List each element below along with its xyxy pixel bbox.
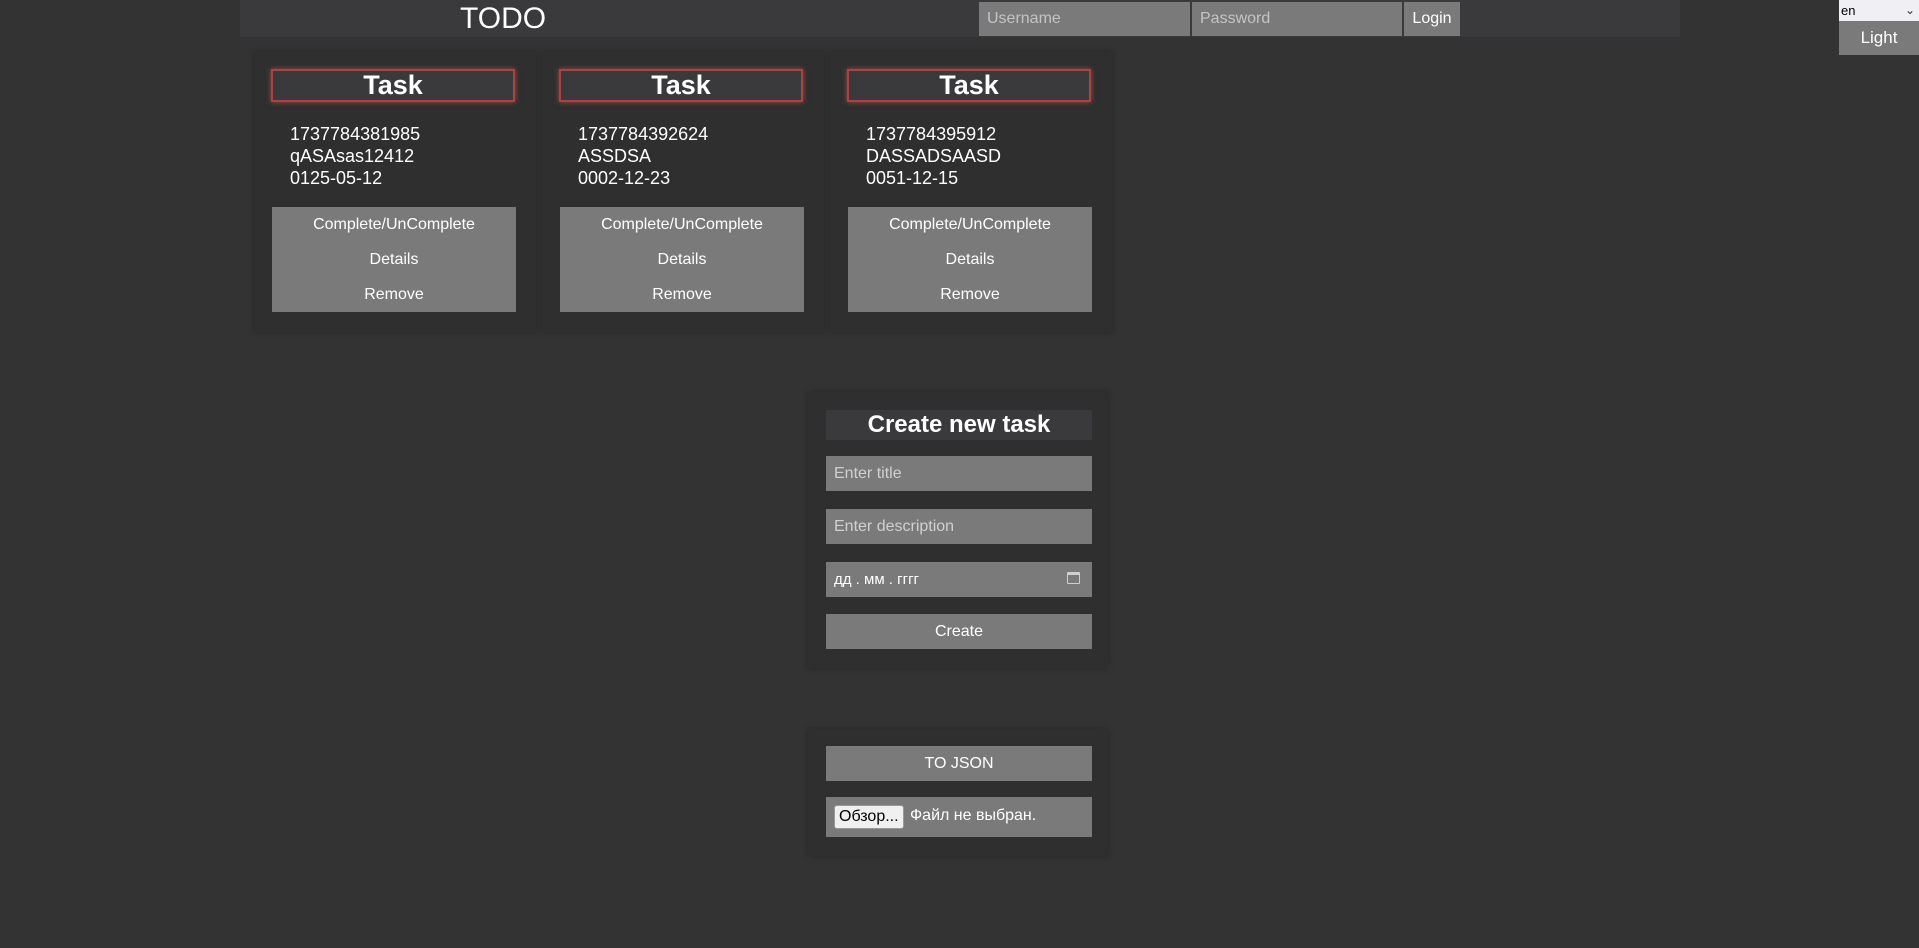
task-date: 0125-05-12	[290, 168, 383, 188]
to-json-button[interactable]: TO JSON	[826, 746, 1092, 781]
task-date: 0051-12-15	[866, 168, 959, 188]
create-task-panel: Create new task дд . мм . гггг Create	[808, 392, 1108, 668]
task-id: 1737784395912	[866, 124, 997, 144]
task-card: Task 1737784381985 qASAsas12412 0125-05-…	[254, 52, 536, 332]
remove-button[interactable]: Remove	[272, 277, 516, 312]
task-actions: Complete/UnComplete Details Remove	[560, 207, 804, 312]
date-input[interactable]: дд . мм . гггг	[826, 562, 1092, 597]
file-status: Файл не выбран.	[910, 807, 1037, 824]
task-actions: Complete/UnComplete Details Remove	[272, 207, 516, 312]
task-info: 1737784392624 ASSDSA 0002-12-23	[578, 123, 708, 189]
complete-toggle-button[interactable]: Complete/UnComplete	[560, 207, 804, 242]
json-panel: TO JSON Обзор... Файл не выбран.	[808, 729, 1108, 856]
complete-toggle-button[interactable]: Complete/UnComplete	[848, 207, 1092, 242]
complete-toggle-button[interactable]: Complete/UnComplete	[272, 207, 516, 242]
login-button[interactable]: Login	[1404, 2, 1460, 36]
task-card: Task 1737784395912 DASSADSAASD 0051-12-1…	[830, 52, 1112, 332]
task-description: DASSADSAASD	[866, 146, 1002, 166]
description-input[interactable]	[826, 509, 1092, 544]
remove-button[interactable]: Remove	[848, 277, 1092, 312]
details-button[interactable]: Details	[560, 242, 804, 277]
task-id: 1737784381985	[290, 124, 421, 144]
calendar-icon[interactable]	[1067, 572, 1080, 584]
task-info: 1737784381985 qASAsas12412 0125-05-12	[290, 123, 420, 189]
app-title: TODO	[460, 2, 547, 35]
date-placeholder: дд . мм . гггг	[834, 571, 920, 588]
language-select[interactable]: en ⌄	[1839, 0, 1919, 21]
password-input[interactable]	[1192, 2, 1402, 36]
task-card: Task 1737784392624 ASSDSA 0002-12-23 Com…	[542, 52, 824, 332]
details-button[interactable]: Details	[848, 242, 1092, 277]
create-task-heading: Create new task	[826, 410, 1092, 440]
chevron-down-icon: ⌄	[1904, 3, 1915, 17]
remove-button[interactable]: Remove	[560, 277, 804, 312]
task-title: Task	[271, 69, 515, 102]
task-title: Task	[559, 69, 803, 102]
theme-toggle-button[interactable]: Light	[1839, 21, 1919, 55]
create-button[interactable]: Create	[826, 614, 1092, 649]
task-date: 0002-12-23	[578, 168, 671, 188]
task-actions: Complete/UnComplete Details Remove	[848, 207, 1092, 312]
details-button[interactable]: Details	[272, 242, 516, 277]
task-title: Task	[847, 69, 1091, 102]
title-input[interactable]	[826, 456, 1092, 491]
task-id: 1737784392624	[578, 124, 709, 144]
language-value: en	[1841, 3, 1856, 18]
username-input[interactable]	[979, 2, 1190, 36]
task-info: 1737784395912 DASSADSAASD 0051-12-15	[866, 123, 1001, 189]
task-description: qASAsas12412	[290, 146, 415, 166]
task-description: ASSDSA	[578, 146, 652, 166]
browse-button[interactable]: Обзор...	[834, 805, 904, 829]
file-input: Обзор... Файл не выбран.	[826, 797, 1092, 837]
app-header	[240, 0, 1680, 37]
